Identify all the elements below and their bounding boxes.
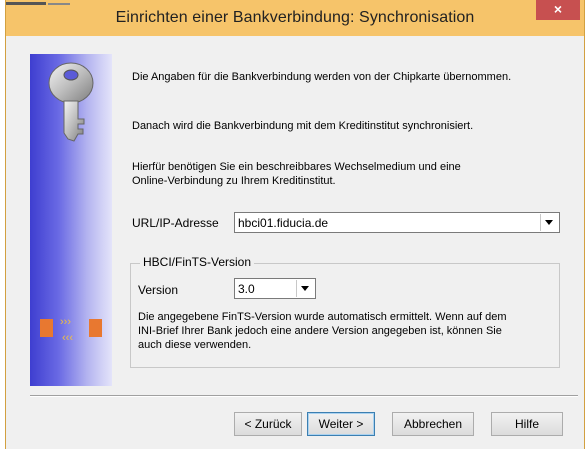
svg-text:›››: ››› <box>60 316 71 328</box>
back-button[interactable]: < Zurück <box>234 412 302 436</box>
url-dropdown-button[interactable] <box>540 214 558 231</box>
version-label: Version <box>138 283 179 297</box>
dialog-window: Einrichten einer Bankverbindung: Synchro… <box>5 0 585 449</box>
intro-text-3-line2: Online-Verbindung zu Ihrem Kreditinstitu… <box>132 175 336 187</box>
cancel-button[interactable]: Abbrechen <box>392 412 474 436</box>
intro-text-2: Danach wird die Bankverbindung mit dem K… <box>132 120 474 132</box>
dialog-title: Einrichten einer Bankverbindung: Synchro… <box>115 9 475 26</box>
version-dropdown-button[interactable] <box>296 280 314 297</box>
url-value: hbci01.fiducia.de <box>238 216 329 230</box>
key-icon <box>48 62 94 142</box>
intro-text-3-line1: Hierfür benötigen Sie ein beschreibbares… <box>132 161 461 173</box>
svg-text:‹‹‹: ‹‹‹ <box>62 332 73 344</box>
intro-text-1: Die Angaben für die Bankverbindung werde… <box>132 71 512 83</box>
url-label: URL/IP-Adresse <box>132 216 219 230</box>
version-note-line1: Die angegebene FinTS-Version wurde autom… <box>138 311 507 323</box>
wizard-sidebar: ››› ‹‹‹ <box>30 54 112 386</box>
url-combobox[interactable]: hbci01.fiducia.de <box>234 212 560 233</box>
next-button[interactable]: Weiter > <box>307 412 375 436</box>
help-button[interactable]: Hilfe <box>491 412 563 436</box>
version-value: 3.0 <box>238 282 255 296</box>
hbci-group-title: HBCI/FinTS-Version <box>140 255 255 269</box>
chevron-down-icon <box>545 220 553 225</box>
close-icon[interactable]: × <box>536 0 580 20</box>
transfer-arrows-icon: ››› ‹‹‹ <box>40 316 102 344</box>
button-separator <box>30 395 578 397</box>
version-note-line2: INI-Brief Ihrer Bank jedoch eine andere … <box>138 325 502 337</box>
version-note-line3: auch diese verwenden. <box>138 339 252 351</box>
title-bar[interactable]: Einrichten einer Bankverbindung: Synchro… <box>6 0 584 36</box>
version-combobox[interactable]: 3.0 <box>234 278 316 299</box>
chevron-down-icon <box>301 286 309 291</box>
